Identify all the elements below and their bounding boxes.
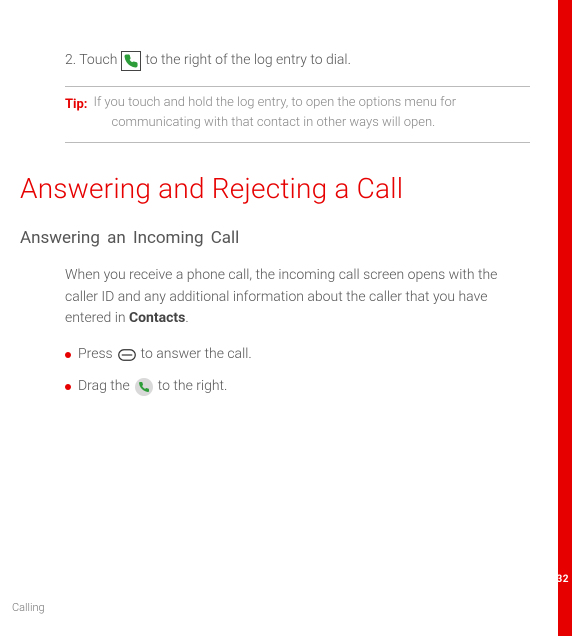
step-text-prefix: 2. Touch — [65, 50, 117, 72]
tip-line-2: communicating with that contact in other… — [93, 113, 456, 134]
bullet-1-pre: Press — [78, 344, 113, 366]
para-post: . — [185, 310, 188, 326]
bullet-list: Press to answer the call. Drag the — [65, 344, 530, 397]
page-content: 2. Touch to the right of the log entry t… — [0, 0, 558, 636]
tip-label: Tip: — [65, 93, 87, 135]
para-bold: Contacts — [129, 310, 185, 326]
bullet-item-2: Drag the to the right. — [65, 376, 530, 398]
page-number: 32 — [557, 572, 569, 588]
step-text-suffix: to the right of the log entry to dial. — [145, 50, 351, 72]
bullet-1-post: to answer the call. — [141, 344, 252, 366]
tip-text: If you touch and hold the log entry, to … — [93, 93, 456, 135]
answer-circle-icon — [135, 378, 153, 396]
intro-paragraph: When you receive a phone call, the incom… — [65, 265, 530, 330]
bullet-item-1: Press to answer the call. — [65, 344, 530, 366]
section-heading: Answering and Rejecting a Call — [20, 167, 530, 210]
subsection-heading: Answering an Incoming Call — [20, 225, 530, 251]
answer-key-icon — [118, 346, 136, 364]
tip-block: Tip: If you touch and hold the log entry… — [65, 86, 530, 144]
bullet-2-post: to the right. — [158, 376, 228, 398]
page-side-tab: 32 — [558, 0, 572, 636]
call-icon — [121, 51, 141, 71]
footer-section-label: Calling — [12, 599, 45, 616]
bullet-dot-icon — [65, 352, 71, 358]
instruction-step-2: 2. Touch to the right of the log entry t… — [65, 50, 530, 72]
bullet-dot-icon — [65, 384, 71, 390]
bullet-2-pre: Drag the — [78, 376, 130, 398]
tip-line-1: If you touch and hold the log entry, to … — [93, 93, 456, 114]
